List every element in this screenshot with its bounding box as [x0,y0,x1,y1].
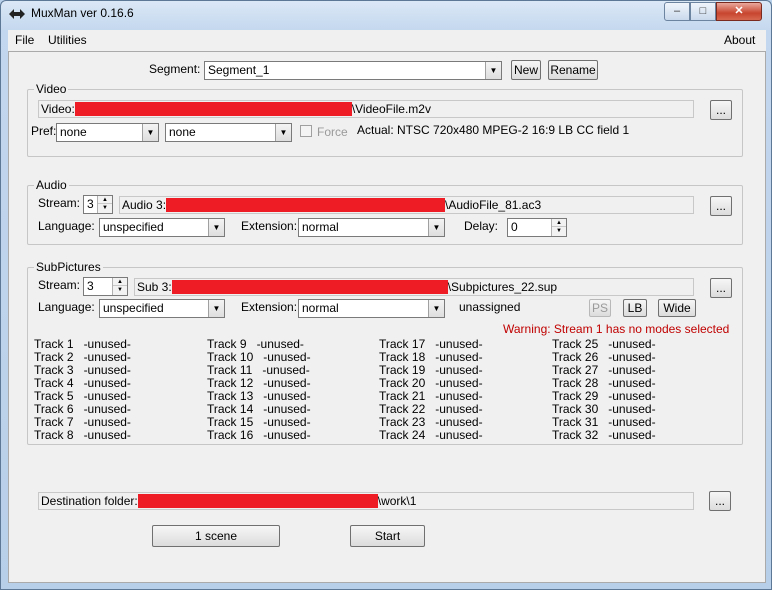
audio-language-value: unspecified [103,220,164,234]
audio-extension-select[interactable]: normal ▼ [298,218,445,237]
track-column-4: Track 25 -unused- Track 26 -unused- Track … [552,338,656,442]
sub-stream-spinner[interactable]: 3 ▲ ▼ [83,277,128,296]
track-list: Track 1 -unused- Track 2 -unused- Track 3 … [34,338,734,444]
destination-suffix: \work\1 [377,494,417,508]
audio-extension-value: normal [302,220,339,234]
delay-spinner[interactable]: 0 ▲ ▼ [507,218,567,237]
pref-select-2-value: none [169,125,196,139]
sub-extension-label: Extension: [241,300,298,314]
video-file-field[interactable]: Video: \VideoFile.m2v [38,100,694,118]
menu-bar: File Utilities About [8,30,766,51]
wide-button[interactable]: Wide [658,299,696,317]
spinner-arrows[interactable]: ▲ ▼ [97,196,112,213]
audio-browse-button[interactable]: ... [710,196,732,216]
redacted-path [166,198,446,212]
chevron-down-icon[interactable]: ▼ [208,300,224,317]
track-item: Track 8 -unused- [34,428,131,442]
sub-extension-select[interactable]: normal ▼ [298,299,445,318]
sub-browse-button[interactable]: ... [710,278,732,298]
sub-file-field[interactable]: Sub 3: \Subpictures_22.sup [134,278,694,296]
sub-stream-value: 3 [87,279,94,293]
sub-extension-value: normal [302,301,339,315]
audio-stream-label: Stream: [38,196,81,210]
sub-stream-label: Stream: [38,278,81,292]
redacted-path [171,280,448,294]
ps-button[interactable]: PS [589,299,611,317]
sub-file-prefix: Sub 3: [137,280,172,294]
chevron-down-icon[interactable]: ▼ [428,300,444,317]
pref-select-1-value: none [60,125,87,139]
minimize-button[interactable]: – [664,2,690,21]
audio-group-title: Audio [34,178,69,192]
pref-select-1[interactable]: none ▼ [56,123,159,142]
video-actual-info: Actual: NTSC 720x480 MPEG-2 16:9 LB CC f… [357,123,630,137]
track-column-1: Track 1 -unused- Track 2 -unused- Track 3 … [34,338,131,442]
sub-language-label: Language: [38,300,95,314]
audio-stream-value: 3 [87,197,94,211]
audio-extension-label: Extension: [241,219,298,233]
segment-label: Segment: [149,62,201,76]
menu-file[interactable]: File [15,33,34,47]
sub-status: unassigned [459,300,521,314]
track-column-3: Track 17 -unused- Track 18 -unused- Track … [379,338,483,442]
track-column-2: Track 9 -unused- Track 10 -unused- Track 1… [207,338,311,442]
menu-utilities[interactable]: Utilities [48,33,87,47]
video-group-title: Video [34,82,69,96]
redacted-path [74,102,352,116]
window-title: MuxMan ver 0.16.6 [31,6,134,20]
new-segment-button[interactable]: New [511,60,541,80]
chevron-down-icon[interactable]: ▼ [208,219,224,236]
destination-prefix: Destination folder: [41,494,138,508]
redacted-path [137,494,378,508]
video-file-prefix: Video: [41,102,75,116]
scene-button[interactable]: 1 scene [152,525,280,547]
subpictures-group: SubPictures Stream: 3 ▲ ▼ Sub 3: \Subpictu… [27,260,743,445]
audio-file-field[interactable]: Audio 3: \AudioFile_81.ac3 [119,196,694,214]
video-file-suffix: \VideoFile.m2v [351,102,431,116]
segment-value: Segment_1 [208,63,270,77]
delay-label: Delay: [464,219,499,233]
audio-file-prefix: Audio 3: [122,198,167,212]
spinner-arrows[interactable]: ▲ ▼ [112,278,127,295]
sub-warning: Warning: Stream 1 has no modes selected [503,322,730,336]
track-item: Track 16 -unused- [207,428,311,442]
title-bar: MuxMan ver 0.16.6 – □ ✕ [1,1,771,28]
muxman-window: MuxMan ver 0.16.6 – □ ✕ File Utilities A… [0,0,772,590]
track-item: Track 32 -unused- [552,428,656,442]
force-checkbox[interactable] [300,125,312,137]
destination-folder-field[interactable]: Destination folder: \work\1 [38,492,694,510]
segment-select[interactable]: Segment_1 ▼ [204,61,502,80]
rename-segment-button[interactable]: Rename [548,60,598,80]
sub-language-select[interactable]: unspecified ▼ [99,299,225,318]
main-panel: Segment: Segment_1 ▼ New Rename Video Vi… [8,51,766,583]
audio-file-suffix: \AudioFile_81.ac3 [445,198,542,212]
chevron-down-icon[interactable]: ▼ [428,219,444,236]
chevron-down-icon[interactable]: ▼ [142,124,158,141]
menu-about[interactable]: About [724,33,755,47]
close-button[interactable]: ✕ [716,2,762,21]
force-label: Force [317,125,348,139]
audio-group: Audio Stream: 3 ▲ ▼ Audio 3: \AudioFile_81… [27,178,743,245]
chevron-down-icon[interactable]: ▼ [275,124,291,141]
lb-button[interactable]: LB [623,299,647,317]
muxman-app-icon[interactable] [8,6,26,22]
start-button[interactable]: Start [350,525,425,547]
track-item: Track 24 -unused- [379,428,483,442]
video-group: Video Video: \VideoFile.m2v ... Pref: non… [27,82,743,157]
video-browse-button[interactable]: ... [710,100,732,120]
sub-language-value: unspecified [103,301,164,315]
maximize-button[interactable]: □ [690,2,716,21]
delay-value: 0 [511,220,518,234]
pref-select-2[interactable]: none ▼ [165,123,292,142]
audio-stream-spinner[interactable]: 3 ▲ ▼ [83,195,113,214]
subpictures-group-title: SubPictures [34,260,103,274]
pref-label: Pref: [31,124,57,138]
spinner-arrows[interactable]: ▲ ▼ [551,219,566,236]
sub-file-suffix: \Subpictures_22.sup [447,280,558,294]
audio-language-label: Language: [38,219,95,233]
destination-browse-button[interactable]: ... [709,491,731,511]
audio-language-select[interactable]: unspecified ▼ [99,218,225,237]
chevron-down-icon[interactable]: ▼ [485,62,501,79]
